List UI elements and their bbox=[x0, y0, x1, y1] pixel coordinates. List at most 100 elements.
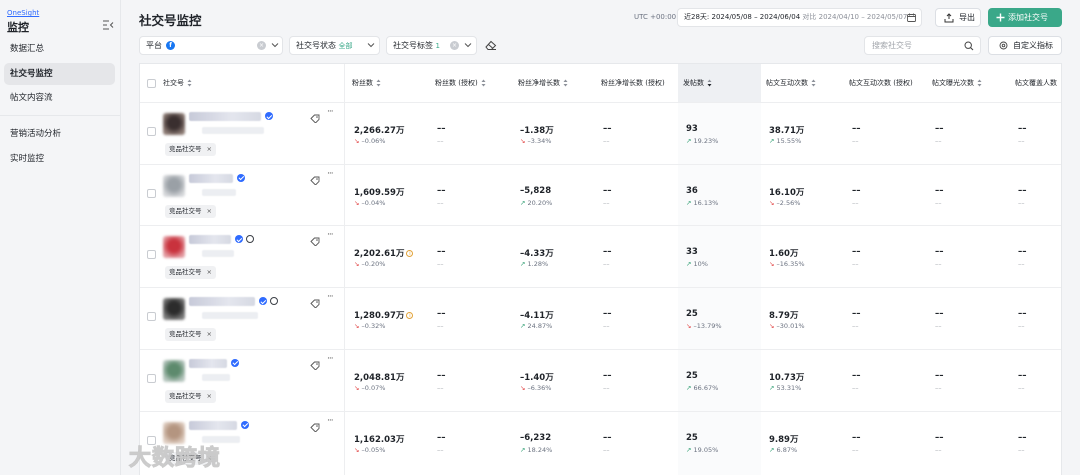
fan-growth-delta: ↘ –6.36% bbox=[520, 384, 551, 392]
column-header-impressions[interactable]: 帖文曝光次数 bbox=[927, 64, 1010, 102]
account-name-blurred[interactable] bbox=[189, 112, 261, 121]
clear-platform-icon[interactable]: × bbox=[257, 41, 266, 50]
column-header-fan-growth-authorized[interactable]: 粉丝净增长数 (授权) bbox=[596, 64, 676, 102]
fans-authorized-value: –– bbox=[437, 432, 446, 443]
fan-growth-authorized-value: –– bbox=[603, 124, 612, 134]
interactions-value-text: 1.60万 bbox=[769, 249, 799, 260]
account-name-blurred[interactable] bbox=[189, 297, 255, 307]
row-checkbox[interactable] bbox=[147, 127, 156, 136]
interactions-delta: ↗ 53.31% bbox=[769, 384, 801, 392]
date-range-picker[interactable]: 近28天: 2024/05/08 – 2024/06/04 对比 2024/04… bbox=[677, 8, 922, 27]
fan-growth-value: –5,828 bbox=[520, 186, 551, 196]
posts-delta: ↗ 10% bbox=[686, 260, 708, 268]
column-header-reach[interactable]: 帖文覆盖人数 bbox=[1010, 64, 1061, 102]
fan-growth-value-text: –5,828 bbox=[520, 185, 552, 196]
account-name-blurred[interactable] bbox=[189, 173, 233, 183]
fans-value-text: 2,048.81万 bbox=[354, 372, 405, 383]
column-header-interactions-authorized[interactable]: 帖文互动次数 (授权) bbox=[844, 64, 924, 102]
tag-icon[interactable] bbox=[310, 422, 320, 433]
warning-info-icon[interactable]: i bbox=[406, 312, 414, 320]
sidebar-item-campaign-analysis[interactable]: 营销活动分析 bbox=[4, 123, 115, 145]
column-header-fan-growth[interactable]: 粉丝净增长数 bbox=[513, 64, 596, 102]
trend-down-icon: ↘ bbox=[354, 137, 362, 145]
eraser-icon[interactable] bbox=[485, 40, 497, 50]
row-checkbox[interactable] bbox=[147, 188, 156, 198]
impressions-value: –– bbox=[935, 309, 944, 320]
more-options-icon[interactable]: ··· bbox=[327, 416, 334, 426]
tag-icon[interactable] bbox=[310, 175, 320, 186]
posts-value: 93 bbox=[686, 124, 698, 134]
tag-icon[interactable] bbox=[310, 113, 320, 124]
collapse-sidebar-icon[interactable] bbox=[102, 20, 114, 30]
account-status-filter[interactable]: 社交号状态 全部 bbox=[289, 36, 380, 55]
add-social-account-button[interactable]: 添加社交号 bbox=[988, 8, 1062, 27]
account-name-blurred[interactable] bbox=[189, 358, 227, 368]
account-tag-filter[interactable]: 社交号标签 1 × bbox=[386, 36, 477, 55]
fan-growth-delta-text: 20.20% bbox=[527, 198, 553, 207]
row-checkbox[interactable] bbox=[147, 250, 156, 260]
account-status-label: 社交号状态 bbox=[296, 41, 336, 50]
row-checkbox[interactable] bbox=[147, 312, 156, 322]
fans-value: 1,280.97万 i bbox=[354, 309, 414, 321]
trend-down-icon: ↘ bbox=[354, 260, 362, 269]
remove-tag-icon[interactable]: × bbox=[207, 330, 212, 338]
sidebar-item-realtime-monitor[interactable]: 实时监控 bbox=[4, 148, 115, 170]
select-all-checkbox[interactable] bbox=[147, 79, 156, 88]
tag-icon[interactable] bbox=[310, 360, 320, 371]
fans-authorized-value: –– bbox=[437, 370, 446, 381]
tag-icon[interactable] bbox=[310, 298, 320, 309]
row-checkbox[interactable] bbox=[147, 373, 156, 383]
column-header-label: 发帖数 bbox=[683, 79, 704, 87]
remove-tag-icon[interactable]: × bbox=[207, 392, 212, 400]
fan-growth-value-text: –4.11万 bbox=[520, 311, 554, 322]
more-options-icon[interactable]: ··· bbox=[327, 230, 334, 240]
chevron-down-icon bbox=[271, 43, 279, 48]
more-options-icon[interactable]: ··· bbox=[327, 169, 334, 179]
interactions-value-text: 16.10万 bbox=[769, 187, 805, 198]
impressions-value-delta: –– bbox=[935, 383, 942, 392]
column-header-fans[interactable]: 粉丝数 bbox=[347, 64, 430, 102]
sidebar-item-overview[interactable]: 数据汇总 bbox=[4, 38, 115, 60]
sidebar-item-social-monitor[interactable]: 社交号监控 bbox=[4, 63, 115, 85]
trend-down-icon: ↘ bbox=[354, 198, 362, 207]
chevron-down-icon bbox=[367, 43, 375, 48]
interactions-value: 9.89万 bbox=[769, 433, 798, 445]
platform-filter[interactable]: 平台 f × bbox=[139, 36, 283, 55]
search-icon[interactable] bbox=[964, 41, 974, 51]
brand-link[interactable]: OneSight bbox=[7, 9, 39, 17]
clear-tag-icon[interactable]: × bbox=[450, 41, 459, 50]
fan-growth-delta: ↘ –3.34% bbox=[520, 137, 551, 145]
fan-growth-authorized-value: –– bbox=[603, 185, 612, 196]
column-header-posts[interactable]: 发帖数 bbox=[678, 64, 761, 102]
custom-metrics-button[interactable]: 自定义指标 bbox=[988, 36, 1062, 55]
account-tag-label: 社交号标签 bbox=[393, 41, 433, 50]
posts-value-text: 25 bbox=[686, 370, 698, 381]
remove-tag-icon[interactable]: × bbox=[207, 268, 212, 276]
impressions-value-delta: –– bbox=[935, 137, 942, 145]
globe-icon bbox=[270, 297, 278, 306]
interactions-value: 16.10万 bbox=[769, 186, 804, 198]
interactions-delta: ↗ 15.55% bbox=[769, 137, 801, 145]
account-name-blurred[interactable] bbox=[189, 420, 237, 430]
trend-up-icon: ↗ bbox=[686, 137, 694, 145]
remove-tag-icon[interactable]: × bbox=[207, 145, 212, 153]
column-header-account[interactable]: 社交号 bbox=[158, 64, 344, 102]
timezone-label[interactable]: UTC +00:00 bbox=[634, 13, 676, 21]
account-handle-blurred bbox=[202, 373, 230, 381]
warning-info-icon[interactable]: i bbox=[406, 250, 414, 258]
more-options-icon[interactable]: ··· bbox=[327, 107, 334, 117]
fan-growth-authorized-value: –– bbox=[603, 432, 612, 443]
sort-icon bbox=[376, 79, 381, 87]
remove-tag-icon[interactable]: × bbox=[207, 207, 212, 215]
interactions-authorized-value: –– bbox=[852, 309, 861, 320]
tag-icon[interactable] bbox=[310, 236, 320, 248]
export-button[interactable]: 导出 bbox=[935, 8, 981, 27]
more-options-icon[interactable]: ··· bbox=[327, 292, 334, 302]
posts-delta: ↗ 19.05% bbox=[686, 446, 718, 454]
sidebar-item-post-stream[interactable]: 帖文内容流 bbox=[4, 87, 115, 109]
search-input[interactable]: 搜索社交号 bbox=[864, 36, 981, 55]
more-options-icon[interactable]: ··· bbox=[327, 354, 334, 364]
column-header-interactions[interactable]: 帖文互动次数 bbox=[761, 64, 844, 102]
account-name-blurred[interactable] bbox=[189, 235, 231, 245]
column-header-fans-authorized[interactable]: 粉丝数 (授权) bbox=[430, 64, 513, 102]
